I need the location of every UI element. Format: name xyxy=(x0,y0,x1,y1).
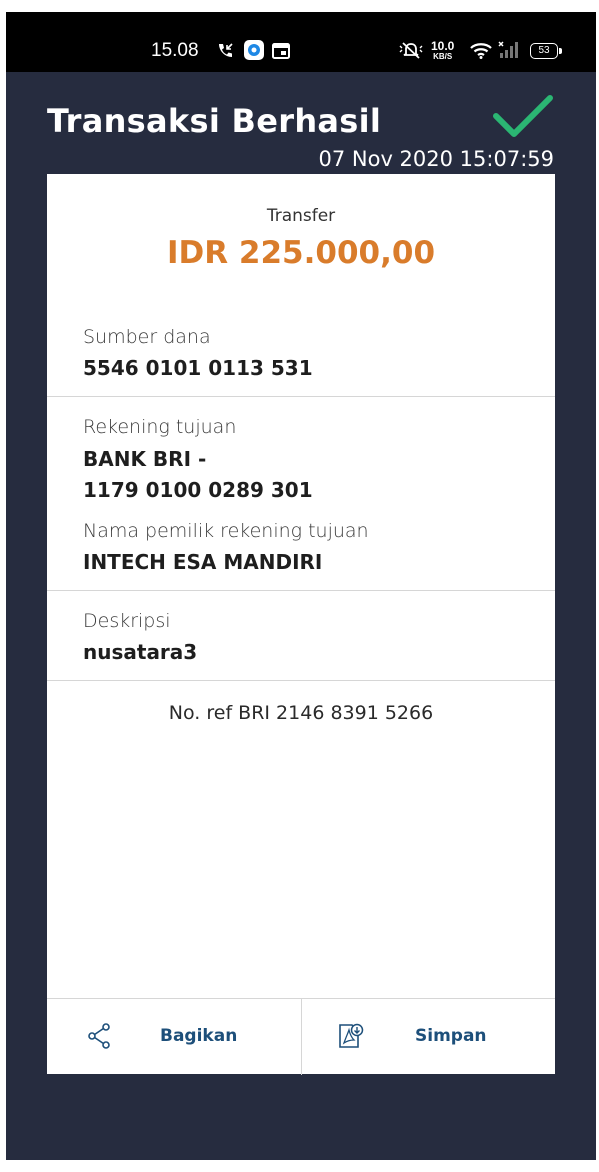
save-label: Simpan xyxy=(415,1026,487,1046)
network-speed: 10.0 KB/S xyxy=(431,40,454,61)
reference-number: No. ref BRI 2146 8391 5266 xyxy=(168,702,434,724)
save-button[interactable]: Simpan xyxy=(302,999,556,1075)
save-pdf-icon xyxy=(338,1023,364,1053)
owner-label: Nama pemilik rekening tujuan xyxy=(83,520,369,542)
wifi-icon xyxy=(470,42,492,63)
status-time: 15.08 xyxy=(151,40,199,61)
network-speed-unit: KB/S xyxy=(433,52,453,61)
missed-call-icon xyxy=(216,42,234,64)
action-bar: Bagikan Simpan xyxy=(47,998,555,1075)
destination-bank: BANK BRI - xyxy=(83,447,207,471)
amount-block: Transfer IDR 225.000,00 xyxy=(47,206,555,271)
description-value: nusatara3 xyxy=(83,640,198,664)
destination-account: 1179 0100 0289 301 xyxy=(83,478,313,502)
transaction-type: Transfer xyxy=(266,206,336,226)
checkmark-icon xyxy=(492,92,554,146)
share-icon xyxy=(87,1023,111,1053)
transaction-amount: IDR 225.000,00 xyxy=(166,235,436,271)
battery-icon: 53 xyxy=(530,43,562,59)
destination-label: Rekening tujuan xyxy=(83,416,237,438)
status-bar: 15.08 10.0 KB/S 53 xyxy=(6,12,596,72)
app-screen: 15.08 10.0 KB/S 53 Transaksi Berhasil 07… xyxy=(6,12,596,1160)
owner-value: INTECH ESA MANDIRI xyxy=(83,550,323,574)
transaction-datetime: 07 Nov 2020 15:07:59 xyxy=(318,147,555,171)
app-notification-icon xyxy=(243,39,265,65)
divider xyxy=(47,680,555,681)
share-button[interactable]: Bagikan xyxy=(47,999,302,1075)
source-value: 5546 0101 0113 531 xyxy=(83,356,313,380)
calendar-icon xyxy=(272,43,290,63)
share-label: Bagikan xyxy=(160,1026,238,1046)
mute-icon xyxy=(399,41,423,63)
signal-icon xyxy=(498,41,520,63)
receipt-card: Transfer IDR 225.000,00 Sumber dana 5546… xyxy=(47,174,555,1075)
divider xyxy=(47,590,555,591)
page-title: Transaksi Berhasil xyxy=(47,102,382,140)
divider xyxy=(47,396,555,397)
source-label: Sumber dana xyxy=(83,326,211,348)
description-label: Deskripsi xyxy=(83,610,171,632)
